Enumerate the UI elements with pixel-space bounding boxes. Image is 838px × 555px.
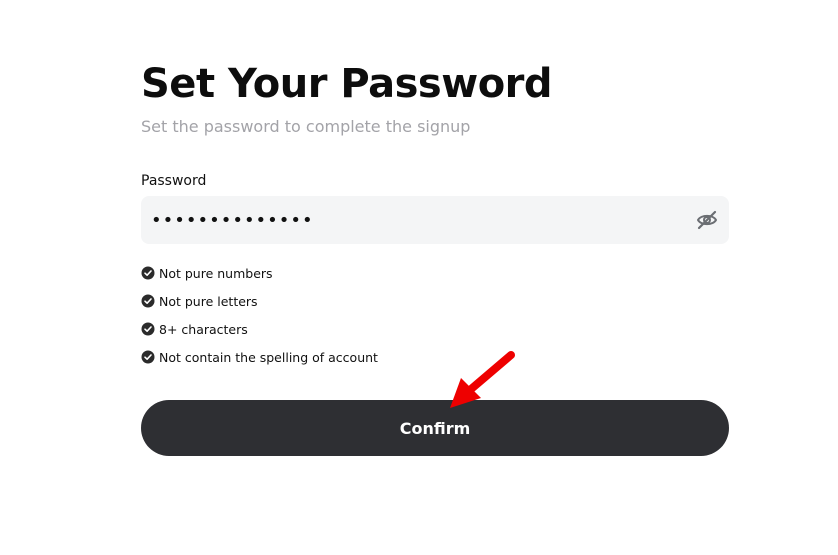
check-circle-icon	[141, 350, 155, 364]
password-rules: Not pure numbers Not pure letters 8+ cha…	[141, 259, 378, 371]
page-title: Set Your Password	[141, 61, 553, 107]
rule-item: Not pure letters	[141, 287, 378, 315]
password-input[interactable]	[151, 196, 681, 244]
page-subtitle: Set the password to complete the signup	[141, 117, 471, 136]
rule-label: Not pure numbers	[159, 265, 273, 281]
check-circle-icon	[141, 322, 155, 336]
password-label: Password	[141, 173, 207, 189]
rule-label: 8+ characters	[159, 321, 248, 337]
check-circle-icon	[141, 266, 155, 280]
eye-slash-icon[interactable]	[695, 208, 719, 232]
rule-label: Not pure letters	[159, 293, 258, 309]
password-field[interactable]	[141, 196, 729, 244]
rule-item: Not pure numbers	[141, 259, 378, 287]
confirm-button[interactable]: Confirm	[141, 400, 729, 456]
rule-item: Not contain the spelling of account	[141, 343, 378, 371]
rule-label: Not contain the spelling of account	[159, 349, 378, 365]
check-circle-icon	[141, 294, 155, 308]
rule-item: 8+ characters	[141, 315, 378, 343]
